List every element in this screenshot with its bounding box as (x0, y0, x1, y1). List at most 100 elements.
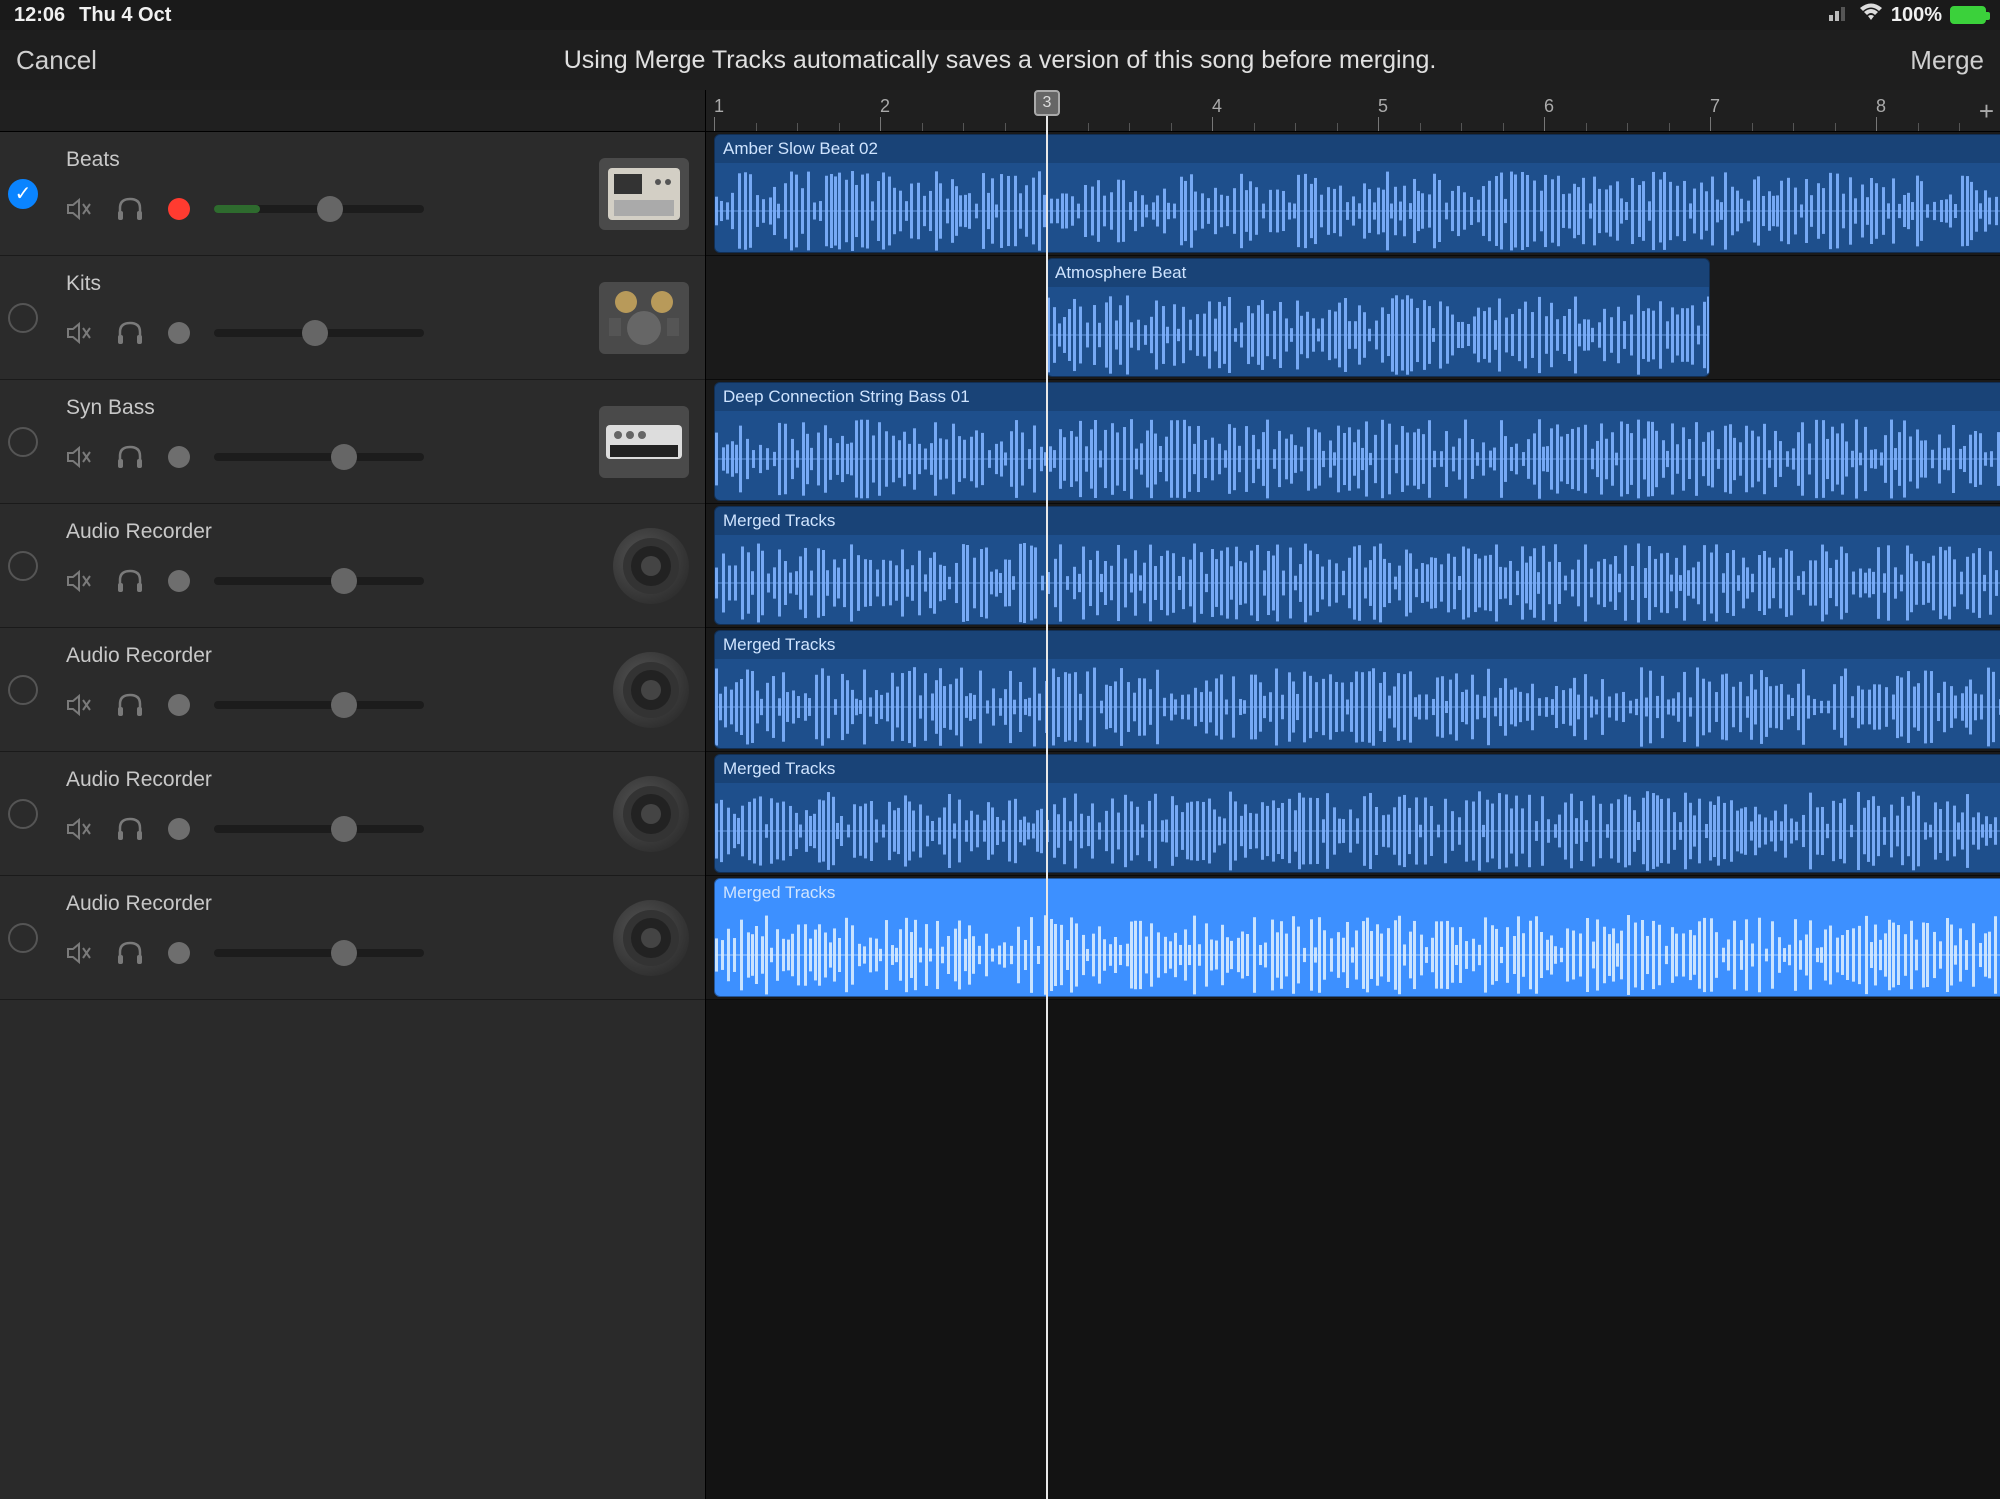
merge-button[interactable]: Merge (1910, 45, 1984, 76)
headphones-icon[interactable] (116, 816, 144, 842)
region-label: Deep Connection String Bass 01 (715, 383, 2000, 411)
region-label: Merged Tracks (715, 879, 2000, 907)
headphones-icon[interactable] (116, 444, 144, 470)
volume-slider[interactable] (214, 453, 424, 461)
mute-icon[interactable] (66, 445, 92, 469)
mute-icon[interactable] (66, 321, 92, 345)
headphones-icon[interactable] (116, 692, 144, 718)
audio-region[interactable]: Amber Slow Beat 02 (714, 134, 2000, 253)
waveform (715, 909, 2000, 996)
mute-icon[interactable] (66, 197, 92, 221)
waveform (715, 537, 2000, 624)
volume-slider[interactable] (214, 825, 424, 833)
headphones-icon[interactable] (116, 320, 144, 346)
record-button[interactable] (168, 942, 190, 964)
volume-thumb[interactable] (331, 940, 357, 966)
playhead-bar-label: 3 (1043, 94, 1052, 112)
record-button[interactable] (168, 198, 190, 220)
region-row[interactable]: Merged Tracks (706, 504, 2000, 628)
volume-thumb[interactable] (317, 196, 343, 222)
region-row[interactable]: Merged Tracks (706, 628, 2000, 752)
instrument-thumbnail[interactable] (613, 528, 689, 604)
regions-area[interactable]: Amber Slow Beat 02 Atmosphere Beat Deep Co… (706, 132, 2000, 1000)
status-time: 12:06 (14, 4, 65, 27)
track-row[interactable]: ✓ Beats (0, 132, 705, 256)
timeline-ruler[interactable]: + 12345678 (706, 90, 2000, 132)
instrument-thumbnail[interactable] (613, 652, 689, 728)
track-select-circle[interactable] (8, 427, 38, 457)
status-bar: 12:06 Thu 4 Oct 100% (0, 0, 2000, 30)
instrument-thumbnail[interactable] (599, 282, 689, 354)
audio-region[interactable]: Merged Tracks (714, 878, 2000, 997)
volume-slider[interactable] (214, 701, 424, 709)
audio-region[interactable]: Deep Connection String Bass 01 (714, 382, 2000, 501)
region-row[interactable]: Amber Slow Beat 02 (706, 132, 2000, 256)
headphones-icon[interactable] (116, 196, 144, 222)
track-name: Audio Recorder (66, 644, 212, 668)
header-bar: Cancel Using Merge Tracks automatically … (0, 30, 2000, 90)
audio-region[interactable]: Merged Tracks (714, 754, 2000, 873)
volume-thumb[interactable] (302, 320, 328, 346)
track-row[interactable]: Audio Recorder (0, 752, 705, 876)
status-date: Thu 4 Oct (79, 4, 171, 27)
track-row[interactable]: Kits (0, 256, 705, 380)
status-right: 100% (1829, 3, 1986, 27)
instrument-thumbnail[interactable] (599, 406, 689, 478)
record-button[interactable] (168, 818, 190, 840)
track-row[interactable]: Audio Recorder (0, 504, 705, 628)
record-button[interactable] (168, 570, 190, 592)
timeline[interactable]: + 12345678 Amber Slow Beat 02Atmosphere … (706, 90, 2000, 1499)
record-button[interactable] (168, 694, 190, 716)
region-label: Merged Tracks (715, 631, 2000, 659)
audio-region[interactable]: Atmosphere Beat (1046, 258, 1710, 377)
record-button[interactable] (168, 446, 190, 468)
record-button[interactable] (168, 322, 190, 344)
track-select-circle[interactable]: ✓ (8, 179, 38, 209)
track-row[interactable]: Audio Recorder (0, 628, 705, 752)
track-select-circle[interactable] (8, 303, 38, 333)
region-label: Atmosphere Beat (1047, 259, 1709, 287)
track-select-circle[interactable] (8, 675, 38, 705)
audio-region[interactable]: Merged Tracks (714, 506, 2000, 625)
volume-slider[interactable] (214, 577, 424, 585)
track-select-circle[interactable] (8, 923, 38, 953)
mute-icon[interactable] (66, 817, 92, 841)
volume-thumb[interactable] (331, 692, 357, 718)
cancel-button[interactable]: Cancel (16, 45, 97, 76)
ruler-spacer (0, 90, 705, 132)
volume-slider[interactable] (214, 949, 424, 957)
track-name: Beats (66, 148, 120, 172)
add-section-button[interactable]: + (1979, 96, 1994, 127)
playhead[interactable]: 3 (1046, 90, 1048, 1499)
region-row[interactable]: Atmosphere Beat (706, 256, 2000, 380)
track-list: ✓BeatsKitsSyn BassAudio RecorderAudio Re… (0, 90, 706, 1499)
mute-icon[interactable] (66, 693, 92, 717)
volume-slider[interactable] (214, 329, 424, 337)
volume-slider[interactable] (214, 205, 424, 213)
instrument-thumbnail[interactable] (613, 776, 689, 852)
region-row[interactable]: Merged Tracks (706, 752, 2000, 876)
waveform (715, 165, 2000, 252)
battery-pct: 100% (1891, 4, 1942, 27)
mute-icon[interactable] (66, 569, 92, 593)
battery-icon (1950, 6, 1986, 24)
audio-region[interactable]: Merged Tracks (714, 630, 2000, 749)
region-row[interactable]: Deep Connection String Bass 01 (706, 380, 2000, 504)
bar-number: 4 (1212, 96, 1222, 117)
track-row[interactable]: Audio Recorder (0, 876, 705, 1000)
region-row[interactable]: Merged Tracks (706, 876, 2000, 1000)
playhead-marker[interactable]: 3 (1034, 90, 1060, 116)
track-select-circle[interactable] (8, 551, 38, 581)
volume-thumb[interactable] (331, 568, 357, 594)
headphones-icon[interactable] (116, 940, 144, 966)
instrument-thumbnail[interactable] (599, 158, 689, 230)
volume-thumb[interactable] (331, 816, 357, 842)
track-row[interactable]: Syn Bass (0, 380, 705, 504)
bar-number: 5 (1378, 96, 1388, 117)
instrument-thumbnail[interactable] (613, 900, 689, 976)
volume-thumb[interactable] (331, 444, 357, 470)
track-select-circle[interactable] (8, 799, 38, 829)
mute-icon[interactable] (66, 941, 92, 965)
region-label: Merged Tracks (715, 755, 2000, 783)
headphones-icon[interactable] (116, 568, 144, 594)
